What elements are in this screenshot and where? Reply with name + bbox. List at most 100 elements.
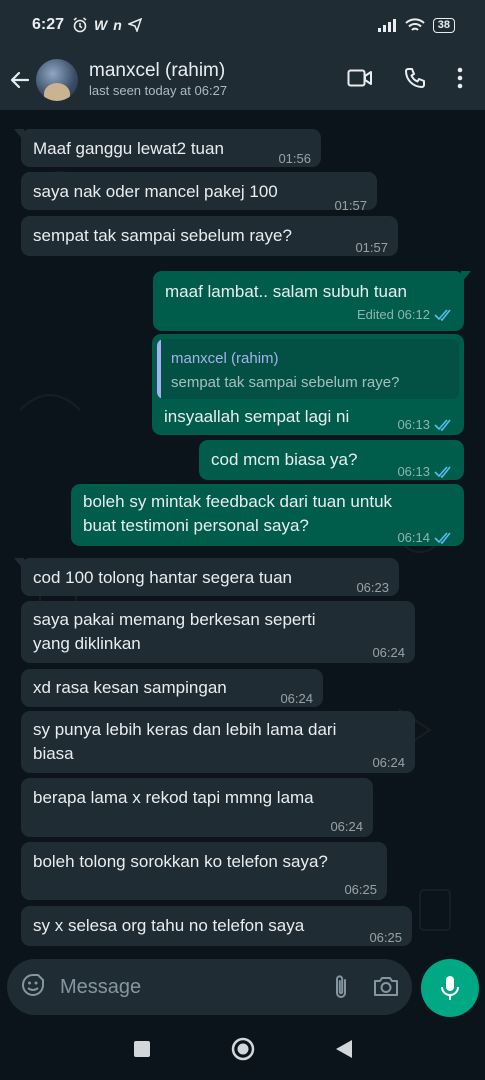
message-text: sy x selesa org tahu no telefon saya xyxy=(33,916,305,935)
composer xyxy=(0,959,485,1019)
voice-record-button[interactable] xyxy=(421,959,479,1017)
sticker-icon xyxy=(21,973,44,996)
camera-button[interactable] xyxy=(372,974,400,1003)
chat-area[interactable]: Maaf ganggu lewat2 tuan 01:56 saya nak o… xyxy=(0,110,485,955)
message-meta: 06:14 xyxy=(397,526,454,549)
recents-button[interactable] xyxy=(133,1040,151,1063)
message-bubble-incoming[interactable]: sy punya lebih keras dan lebih lama dari… xyxy=(21,711,415,773)
message-text: buat testimoni personal saya? xyxy=(83,516,309,535)
message-bubble-outgoing[interactable]: maaf lambat.. salam subuh tuan Edited 06… xyxy=(153,271,471,331)
sticker-button[interactable] xyxy=(20,972,46,1003)
message-bubble-outgoing[interactable]: manxcel (rahim) sempat tak sampai sebelu… xyxy=(152,334,464,435)
contact-name: manxcel (rahim) xyxy=(89,60,226,81)
message-time: 06:25 xyxy=(369,930,402,945)
message-bubble-outgoing[interactable]: boleh sy mintak feedback dari tuan untuk… xyxy=(71,484,464,546)
header-actions xyxy=(347,66,485,95)
message-bubble-incoming[interactable]: sy x selesa org tahu no telefon saya 06:… xyxy=(21,906,412,946)
home-icon xyxy=(231,1037,254,1060)
video-call-button[interactable] xyxy=(347,68,373,93)
notification-icons: W n xyxy=(72,17,142,33)
message-text: sy punya lebih keras dan lebih lama dari xyxy=(33,720,337,739)
message-meta: 06:13 xyxy=(397,413,454,436)
message-text: biasa xyxy=(33,744,74,763)
read-receipt-icon xyxy=(434,531,451,544)
message-time: Edited 06:12 xyxy=(356,307,430,322)
avatar[interactable] xyxy=(36,59,78,101)
message-time: 06:14 xyxy=(397,530,430,545)
message-text: cod 100 tolong hantar segera tuan xyxy=(33,568,292,587)
home-button[interactable] xyxy=(231,1037,255,1066)
back-nav-icon xyxy=(335,1039,352,1058)
status-right: 38 xyxy=(377,17,455,33)
message-text: cod mcm biasa ya? xyxy=(211,450,358,469)
attach-button[interactable] xyxy=(332,973,350,1006)
battery-indicator: 38 xyxy=(432,17,455,33)
last-seen: last seen today at 06:27 xyxy=(89,83,228,98)
system-nav-bar xyxy=(0,1022,485,1080)
message-time: 06:24 xyxy=(330,819,363,834)
wifi-icon xyxy=(405,17,425,31)
message-time: 01:57 xyxy=(355,240,388,255)
message-text: berapa lama x rekod tapi mmng lama xyxy=(33,788,314,807)
status-time: 6:27 xyxy=(32,16,65,33)
message-text: yang diklinkan xyxy=(33,634,141,653)
send-icon xyxy=(127,18,142,32)
mic-icon xyxy=(441,976,459,1000)
more-options-button[interactable] xyxy=(457,67,463,94)
attach-icon xyxy=(336,975,346,998)
message-text: saya nak oder mancel pakej 100 xyxy=(33,182,278,201)
video-call-icon xyxy=(347,69,372,86)
read-receipt-icon xyxy=(434,465,451,478)
message-bubble-incoming[interactable]: saya nak oder mancel pakej 100 01:57 xyxy=(21,172,377,213)
message-bubble-incoming[interactable]: cod 100 tolong hantar segera tuan 06:23 xyxy=(14,558,399,596)
alarm-icon xyxy=(73,17,87,33)
signal-icon xyxy=(377,19,396,32)
message-time: 06:25 xyxy=(344,882,377,897)
message-bubble-incoming[interactable]: Maaf ganggu lewat2 tuan 01:56 xyxy=(14,129,321,167)
quoted-sender: manxcel (rahim) xyxy=(171,350,279,367)
message-bubble-incoming[interactable]: saya pakai memang berkesan seperti yang … xyxy=(21,601,415,663)
notif-n-icon: n xyxy=(113,17,122,33)
message-input-container xyxy=(7,959,412,1015)
back-button[interactable] xyxy=(0,68,36,92)
message-time: 06:24 xyxy=(372,755,405,770)
message-time: 06:13 xyxy=(397,417,430,432)
message-time: 06:24 xyxy=(372,645,405,660)
message-bubble-outgoing[interactable]: cod mcm biasa ya? 06:13 xyxy=(199,440,464,480)
voice-call-button[interactable] xyxy=(403,66,427,95)
notif-w-icon: W xyxy=(94,17,108,33)
phone-icon xyxy=(405,67,425,88)
chat-header: manxcel (rahim) last seen today at 06:27 xyxy=(0,50,485,110)
quoted-text: sempat tak sampai sebelum raye? xyxy=(171,374,400,391)
message-text: insyaallah sempat lagi ni xyxy=(164,407,350,426)
read-receipt-icon xyxy=(434,418,451,431)
message-time: 01:57 xyxy=(334,198,367,213)
message-text: Maaf ganggu lewat2 tuan xyxy=(33,139,224,158)
message-input[interactable] xyxy=(60,975,300,999)
camera-icon xyxy=(374,977,398,996)
contact-info[interactable]: manxcel (rahim) last seen today at 06:27 xyxy=(89,60,347,100)
message-meta: Edited 06:12 xyxy=(357,303,454,326)
message-time: 01:56 xyxy=(278,151,311,166)
message-time: 06:24 xyxy=(280,691,313,706)
message-bubble-incoming[interactable]: boleh tolong sorokkan ko telefon saya? 0… xyxy=(21,842,387,900)
message-text: maaf lambat.. salam subuh tuan xyxy=(165,282,407,301)
message-bubble-incoming[interactable]: berapa lama x rekod tapi mmng lama 06:24 xyxy=(21,778,373,837)
message-text: saya pakai memang berkesan seperti xyxy=(33,610,316,629)
message-time: 06:13 xyxy=(397,464,430,479)
message-bubble-incoming[interactable]: sempat tak sampai sebelum raye? 01:57 xyxy=(21,216,398,256)
message-text: sempat tak sampai sebelum raye? xyxy=(33,226,292,245)
read-receipt-icon xyxy=(434,308,451,321)
message-time: 06:23 xyxy=(356,580,389,595)
back-arrow-icon xyxy=(10,71,30,89)
message-text: xd rasa kesan sampingan xyxy=(33,678,227,697)
message-meta: 06:13 xyxy=(397,460,454,483)
message-text: boleh tolong sorokkan ko telefon saya? xyxy=(33,852,328,871)
message-bubble-incoming[interactable]: xd rasa kesan sampingan 06:24 xyxy=(21,669,323,707)
back-nav-button[interactable] xyxy=(335,1039,353,1064)
status-bar: 6:27 W n 38 xyxy=(0,0,485,50)
more-options-icon xyxy=(457,67,463,88)
quoted-message[interactable]: manxcel (rahim) sempat tak sampai sebelu… xyxy=(157,339,459,399)
recents-icon xyxy=(133,1040,150,1057)
message-text: boleh sy mintak feedback dari tuan untuk xyxy=(83,492,393,511)
